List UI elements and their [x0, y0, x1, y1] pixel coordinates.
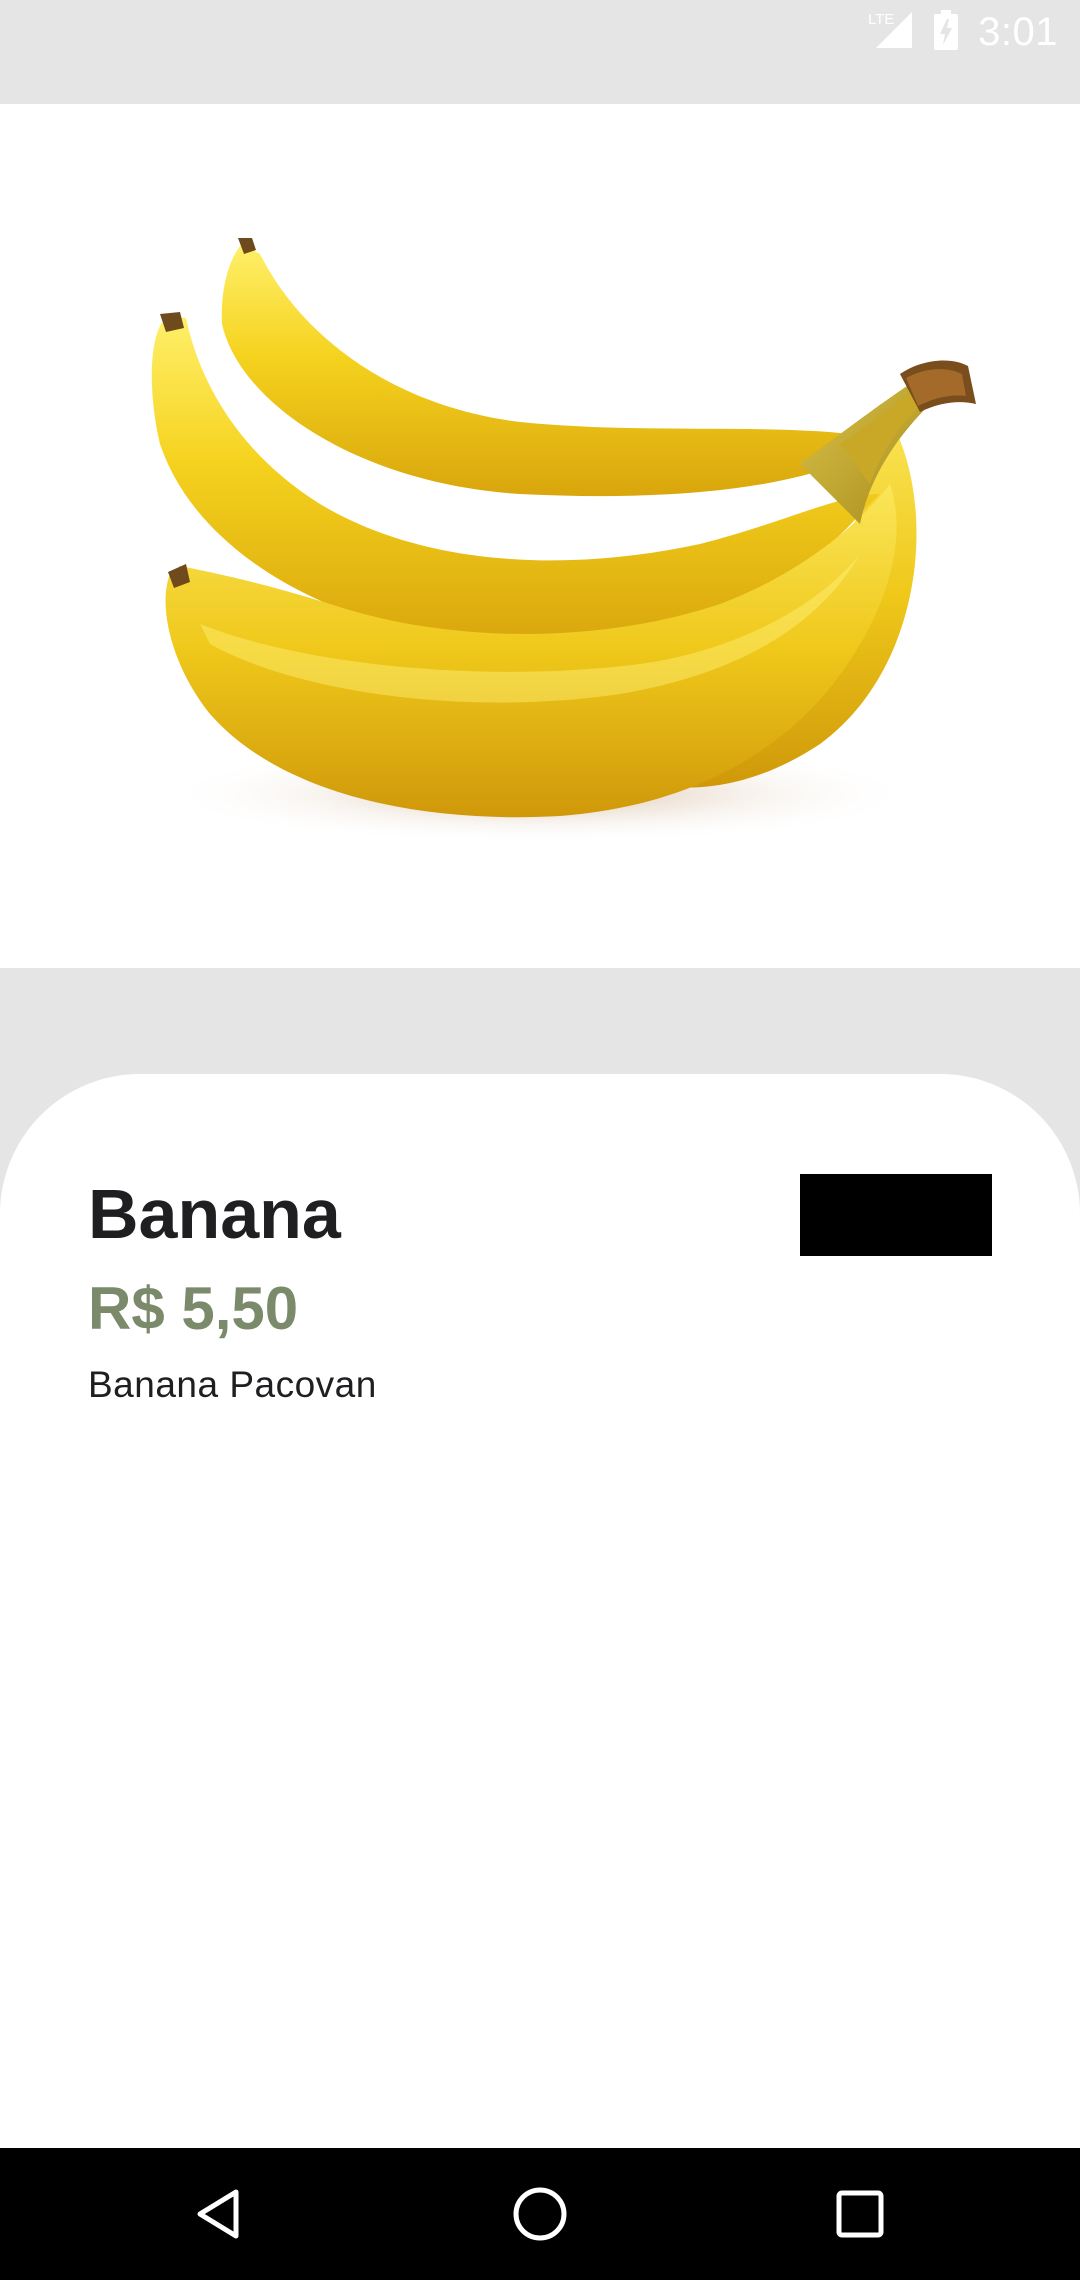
recents-icon [836, 2190, 884, 2238]
product-image [0, 104, 1080, 968]
banana-bunch-image [151, 238, 976, 844]
product-details-card: Banana R$ 5,50 Banana Pacovan [0, 1074, 1080, 2148]
status-time: 3:01 [978, 9, 1058, 54]
lte-signal-icon: LTE [868, 8, 914, 57]
home-button[interactable] [470, 2148, 610, 2280]
navigation-bar [0, 2148, 1080, 2280]
status-bar: LTE 3:01 [0, 0, 1080, 104]
section-gap [0, 968, 1080, 1078]
product-name: Banana [88, 1175, 341, 1253]
home-icon [513, 2187, 567, 2241]
product-price: R$ 5,50 [88, 1275, 299, 1342]
back-button[interactable] [150, 2148, 290, 2280]
battery-charging-icon [932, 8, 960, 57]
svg-text:LTE: LTE [868, 11, 894, 28]
product-description: Banana Pacovan [88, 1364, 377, 1405]
add-to-cart-button[interactable] [800, 1174, 992, 1256]
recents-button[interactable] [790, 2148, 930, 2280]
back-icon [197, 2189, 239, 2239]
status-icons: LTE 3:01 [868, 8, 1058, 57]
